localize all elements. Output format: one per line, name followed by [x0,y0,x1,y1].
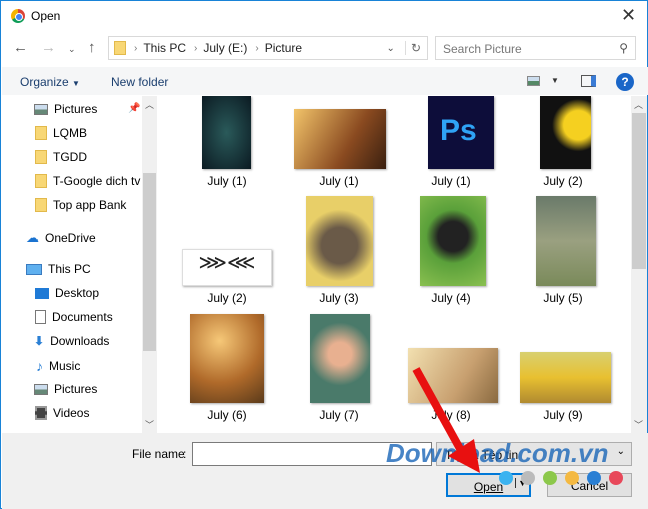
folder-icon [35,126,47,140]
organize-button[interactable]: Organize ▼ [20,75,80,89]
view-icon[interactable] [527,76,540,86]
file-thumbnail[interactable]: ⋙⋘ [182,249,272,286]
chrome-icon [11,9,25,23]
sidebar-item-videos[interactable]: Videos [35,406,89,420]
sidebar-item-label: Desktop [55,286,100,300]
file-thumbnail[interactable] [190,314,264,403]
file-thumbnail[interactable] [294,109,386,169]
sidebar-item-documents[interactable]: Documents [35,310,113,324]
pin-icon: 📌 [128,103,141,114]
pictures-icon [34,103,48,115]
folder-icon [114,41,126,55]
sidebar-item-label: Documents [52,310,113,324]
sidebar-item-tgdd[interactable]: TGDD [35,150,87,164]
sidebar-item-label: TGDD [53,150,87,164]
file-label[interactable]: July (7) [283,408,395,422]
pc-icon [26,263,42,275]
sidebar-item-label: Downloads [50,334,110,348]
open-dialog: Open ✕ ← → ⌄ ↑ › This PC › July (E:) › P… [0,0,648,509]
file-thumbnail[interactable] [306,196,373,286]
red-arrow-annotation [412,367,480,473]
crumb-drive[interactable]: July (E:) [203,41,247,55]
crumb-this-pc[interactable]: This PC [143,41,186,55]
watermark-dots [499,471,623,485]
file-thumbnail[interactable] [536,196,596,286]
search-placeholder: Search Picture [443,42,522,56]
sidebar-scrollbar[interactable]: ︿ ﹀ [142,96,157,433]
sidebar-item-lqmb[interactable]: LQMB [35,126,87,140]
sidebar-item-pictures[interactable]: Pictures [34,382,97,396]
sidebar-item-label: Pictures [54,382,98,396]
sidebar-item-label: LQMB [53,126,88,140]
downloads-icon: ⬇ [34,334,45,348]
sidebar-item-label: Music [49,359,81,373]
file-thumbnail[interactable] [540,96,591,169]
file-thumbnail[interactable] [520,352,611,403]
window-title: Open [31,9,61,23]
sidebar-item-downloads[interactable]: ⬇ Downloads [34,334,109,348]
crumb-picture[interactable]: Picture [265,41,302,55]
sidebar-item-music[interactable]: ♪ Music [36,358,80,374]
sidebar-item-label: OneDrive [45,231,96,245]
file-grid-scroll-thumb[interactable] [632,113,646,269]
sidebar-item-label: T-Google dich tv [53,174,141,188]
sidebar-item-desktop[interactable]: Desktop [35,286,99,300]
search-input[interactable]: Search Picture ⚲ [435,36,636,60]
file-thumbnail[interactable] [310,314,370,403]
documents-icon [35,310,46,324]
music-icon: ♪ [36,358,43,374]
organize-label: Organize [20,75,69,89]
back-icon[interactable]: ← [13,39,28,56]
sidebar-item-label: Top app Bank [53,198,127,212]
sidebar-scroll-thumb[interactable] [143,173,156,351]
file-label[interactable]: July (1) [171,174,283,188]
file-label[interactable]: July (2) [507,174,619,188]
file-label[interactable]: July (2) [171,291,283,305]
file-thumbnail[interactable]: Ps [428,96,494,169]
videos-icon [35,406,47,420]
file-label[interactable]: July (4) [395,291,507,305]
file-thumbnail[interactable] [202,96,251,169]
chevron-right-icon: › [134,42,138,54]
file-label[interactable]: July (3) [283,291,395,305]
folder-icon [35,174,47,188]
new-folder-button[interactable]: New folder [111,75,168,89]
sidebar-item-label: This PC [48,262,91,276]
sidebar-item-top-app-bank[interactable]: Top app Bank [35,198,126,212]
chevron-right-icon: › [194,42,198,54]
refresh-icon[interactable]: ↻ [404,41,421,55]
address-bar[interactable]: › This PC › July (E:) › Picture ⌄ ↻ [108,36,428,60]
chevron-down-icon[interactable]: ⌄ [387,43,395,54]
file-label[interactable]: July (1) [283,174,395,188]
sidebar-item-pictures-quick[interactable]: Pictures [34,102,97,116]
file-name-label: File name [132,447,185,461]
navigation-pane: Pictures 📌 LQMB TGDD T-Google dich tv To… [2,96,158,433]
preview-pane-icon[interactable] [581,75,596,87]
file-grid: Ps July (1) July (1) July (1) July (2) ⋙… [159,96,631,433]
sidebar-item-label: Pictures [54,102,98,116]
sidebar-item-this-pc[interactable]: This PC [26,262,91,276]
recent-chevron-icon[interactable]: ⌄ [68,44,76,55]
search-icon: ⚲ [619,41,628,55]
desktop-icon [35,287,49,299]
sidebar-item-google[interactable]: T-Google dich tv [35,174,140,188]
onedrive-icon: ☁ [26,230,39,245]
file-label[interactable]: July (1) [395,174,507,188]
file-label[interactable]: July (5) [507,291,619,305]
folder-icon [35,150,47,164]
close-icon[interactable]: ✕ [621,5,636,26]
file-label[interactable]: July (9) [507,408,619,422]
view-dropdown-icon[interactable]: ▼ [551,76,559,85]
sidebar-item-onedrive[interactable]: ☁ OneDrive [26,230,96,246]
folder-icon [35,198,47,212]
chevron-right-icon: › [255,42,259,54]
up-icon[interactable]: ↑ [88,39,96,56]
pictures-icon [34,383,48,395]
file-label[interactable]: July (6) [171,408,283,422]
forward-icon[interactable]: → [41,39,56,56]
file-thumbnail[interactable] [420,196,486,286]
sidebar-item-label: Videos [53,406,90,420]
file-grid-scrollbar[interactable]: ︿ ﹀ [631,96,647,433]
help-icon[interactable]: ? [616,73,634,91]
